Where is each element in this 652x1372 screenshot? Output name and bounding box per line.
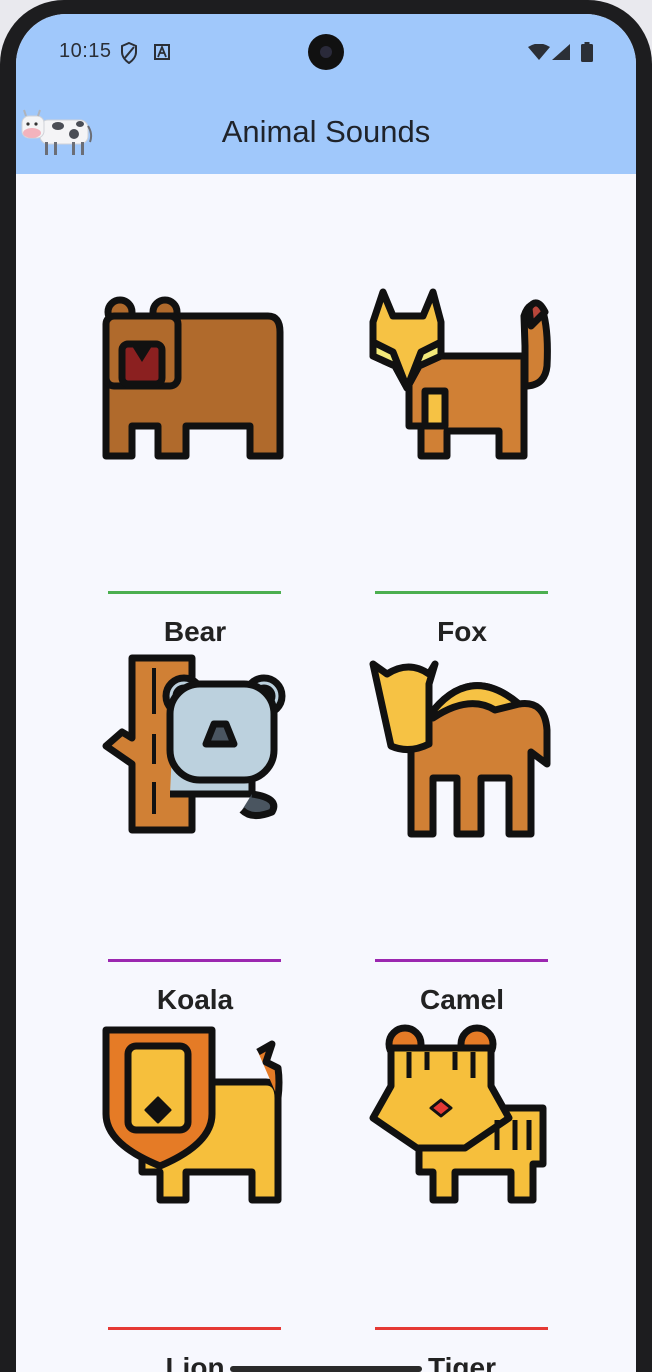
animal-name: Camel (419, 984, 505, 1015)
status-time: 10:15 (59, 40, 112, 62)
wifi-icon (528, 44, 550, 60)
signal-icon (552, 44, 570, 60)
status-bar: 10:15 (16, 14, 636, 92)
tiger-icon (369, 1024, 547, 1204)
fox-icon (369, 288, 551, 460)
lion-icon (102, 1026, 283, 1204)
home-indicator[interactable] (230, 1366, 422, 1372)
animal-name: Bear (163, 616, 227, 647)
battery-icon (581, 42, 593, 62)
bear-icon (102, 296, 284, 460)
koala-icon (102, 654, 286, 834)
divider-lion (108, 1327, 281, 1330)
animal-name: Fox (437, 616, 487, 647)
shield-icon (121, 42, 137, 64)
divider-koala (108, 959, 281, 962)
front-camera (308, 34, 344, 70)
divider-fox (375, 591, 548, 594)
app-bar: Animal Sounds (16, 92, 636, 174)
font-a-icon (154, 44, 170, 60)
phone-frame: 10:15 Animal Sounds Bear Fox Koala Camel… (0, 0, 652, 1372)
animal-name: Koala (156, 984, 234, 1015)
divider-camel (375, 959, 548, 962)
divider-tiger (375, 1327, 548, 1330)
divider-bear (108, 591, 281, 594)
camel-icon (369, 660, 551, 838)
screen: 10:15 Animal Sounds Bear Fox Koala Camel… (16, 14, 636, 1372)
app-title: Animal Sounds (221, 114, 431, 149)
